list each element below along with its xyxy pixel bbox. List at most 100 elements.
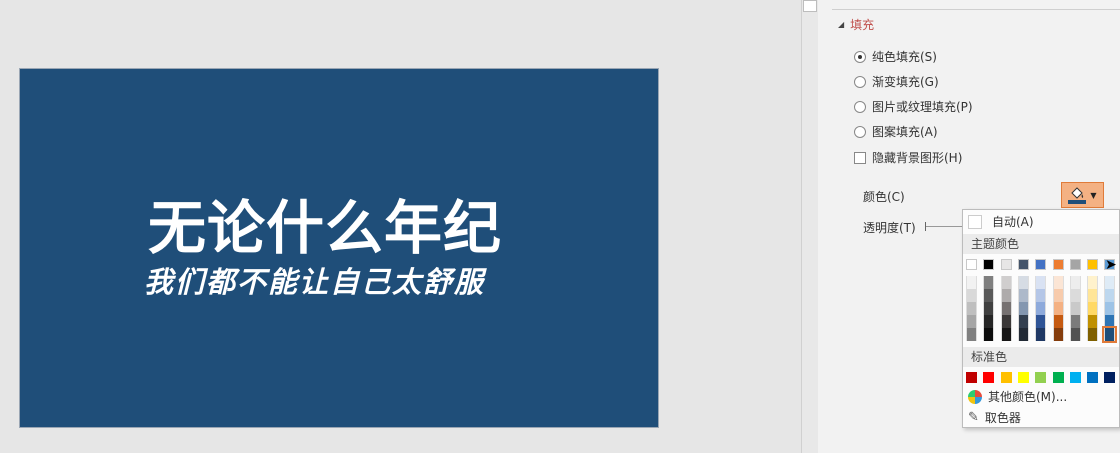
standard-color-swatch[interactable] (1000, 372, 1012, 383)
theme-shade-swatch[interactable] (1035, 302, 1047, 315)
theme-shade-swatch[interactable] (1104, 289, 1116, 302)
option-label: 渐变填充(G) (872, 75, 939, 89)
standard-color-swatch[interactable] (1104, 372, 1116, 383)
standard-color-swatch[interactable] (1052, 372, 1064, 383)
theme-shade-swatch[interactable] (1104, 276, 1116, 289)
theme-shade-swatch[interactable] (1087, 289, 1099, 302)
option-picture-fill[interactable]: 图片或纹理填充(P) (854, 98, 973, 115)
collapse-triangle-icon: ◢ (838, 20, 845, 29)
theme-shade-swatch[interactable] (1035, 315, 1047, 328)
standard-color-swatch[interactable] (983, 372, 995, 383)
theme-shade-swatch[interactable] (1017, 315, 1029, 328)
theme-shade-swatch[interactable] (1052, 328, 1064, 341)
slide-subtitle[interactable]: 我们都不能让自己太舒服 (20, 259, 658, 301)
theme-shade-swatch[interactable] (1035, 328, 1047, 341)
fill-color-button[interactable]: ▼ (1061, 182, 1104, 208)
theme-shade-swatch[interactable] (1000, 276, 1012, 289)
theme-color-swatch[interactable] (1087, 259, 1099, 270)
eyedropper-item[interactable]: ✎ 取色器 (963, 409, 1119, 426)
theme-shade-swatch[interactable] (983, 315, 995, 328)
theme-shade-swatch[interactable] (966, 315, 977, 328)
option-pattern-fill[interactable]: 图案填充(A) (854, 123, 938, 140)
vertical-scrollbar[interactable] (801, 0, 818, 453)
theme-shade-swatch[interactable] (1087, 315, 1099, 328)
radio-pattern-fill[interactable] (854, 125, 866, 138)
theme-color-swatch[interactable] (1052, 259, 1064, 270)
theme-shade-swatch[interactable] (1000, 315, 1012, 328)
theme-color-swatch[interactable] (1035, 259, 1047, 270)
eyedropper-icon: ✎ (968, 410, 979, 425)
slide[interactable]: 无论什么年纪 我们都不能让自己太舒服 (19, 68, 659, 428)
option-label: 图片或纹理填充(P) (872, 100, 973, 114)
auto-color-label: 自动(A) (992, 215, 1034, 229)
theme-shade-swatch[interactable] (1069, 328, 1081, 341)
theme-shade-swatch[interactable] (1017, 328, 1029, 341)
theme-color-swatch[interactable] (1017, 259, 1029, 270)
auto-color-item[interactable]: 自动(A) (963, 213, 1119, 230)
color-dropdown: 自动(A) 主题颜色 标准色 其他颜色(M)... ✎ 取色器 (962, 209, 1120, 428)
theme-shade-swatch[interactable] (1069, 289, 1081, 302)
theme-shade-swatch[interactable] (1017, 289, 1029, 302)
radio-gradient-fill[interactable] (854, 75, 866, 88)
theme-color-swatch[interactable] (1069, 259, 1081, 270)
theme-shade-swatch[interactable] (1000, 289, 1012, 302)
standard-color-swatch[interactable] (966, 372, 977, 383)
option-gradient-fill[interactable]: 渐变填充(G) (854, 73, 939, 90)
chevron-down-icon: ▼ (1090, 190, 1097, 200)
option-label: 隐藏背景图形(H) (872, 151, 963, 165)
theme-shade-swatch[interactable] (1052, 289, 1064, 302)
slide-title[interactable]: 无论什么年纪 (20, 181, 658, 265)
theme-shade-swatch[interactable] (1035, 276, 1047, 289)
theme-shade-swatch[interactable] (1069, 276, 1081, 289)
theme-shade-swatch[interactable] (1017, 276, 1029, 289)
theme-shade-swatch[interactable] (983, 302, 995, 315)
radio-solid-fill[interactable] (854, 50, 866, 63)
option-label: 纯色填充(S) (872, 50, 937, 64)
theme-shade-swatch[interactable] (1069, 315, 1081, 328)
theme-shade-swatch[interactable] (966, 302, 977, 315)
slide-canvas: 无论什么年纪 我们都不能让自己太舒服 (0, 0, 801, 453)
color-wheel-icon (968, 389, 982, 404)
theme-shade-swatch[interactable] (1104, 315, 1116, 328)
theme-shade-swatch[interactable] (1052, 276, 1064, 289)
theme-color-swatch[interactable] (966, 259, 977, 270)
panel-divider (832, 9, 1120, 10)
theme-shade-swatch[interactable] (983, 276, 995, 289)
standard-color-swatch[interactable] (1017, 372, 1029, 383)
theme-shade-swatch[interactable] (966, 289, 977, 302)
option-label: 图案填充(A) (872, 125, 938, 139)
theme-shade-swatch[interactable] (983, 289, 995, 302)
option-solid-fill[interactable]: 纯色填充(S) (854, 48, 937, 65)
transparency-slider[interactable] (926, 226, 962, 227)
option-hide-background[interactable]: 隐藏背景图形(H) (854, 149, 962, 166)
theme-shade-swatch[interactable] (1000, 302, 1012, 315)
theme-shade-swatch[interactable] (983, 328, 995, 341)
checkbox-hide-background[interactable] (854, 151, 866, 164)
theme-shade-swatch[interactable] (1035, 289, 1047, 302)
theme-shade-swatch[interactable] (1052, 315, 1064, 328)
theme-shade-swatch[interactable] (1087, 276, 1099, 289)
auto-color-swatch (968, 214, 982, 229)
theme-shade-swatch[interactable] (1052, 302, 1064, 315)
transparency-label: 透明度(T) (863, 221, 916, 235)
standard-color-swatch[interactable] (1035, 372, 1047, 383)
theme-shade-swatch[interactable] (1069, 302, 1081, 315)
radio-picture-fill[interactable] (854, 100, 866, 113)
more-colors-item[interactable]: 其他颜色(M)... (963, 388, 1119, 405)
theme-color-swatch[interactable] (983, 259, 995, 270)
fill-section-header[interactable]: ◢ 填充 (838, 16, 874, 33)
theme-colors-header: 主题颜色 (963, 234, 1119, 254)
theme-shade-swatch[interactable] (1102, 326, 1118, 343)
theme-shade-swatch[interactable] (966, 328, 977, 341)
standard-color-swatch[interactable] (1087, 372, 1099, 383)
theme-shade-swatch[interactable] (1000, 328, 1012, 341)
theme-shade-swatch[interactable] (1087, 302, 1099, 315)
theme-shade-swatch[interactable] (1017, 302, 1029, 315)
theme-shade-swatch[interactable] (1104, 302, 1116, 315)
fill-section-label: 填充 (850, 18, 875, 32)
theme-shade-swatch[interactable] (966, 276, 977, 289)
scroll-thumb[interactable] (803, 0, 817, 12)
standard-color-swatch[interactable] (1069, 372, 1081, 383)
theme-shade-swatch[interactable] (1087, 328, 1099, 341)
theme-color-swatch[interactable] (1000, 259, 1012, 270)
